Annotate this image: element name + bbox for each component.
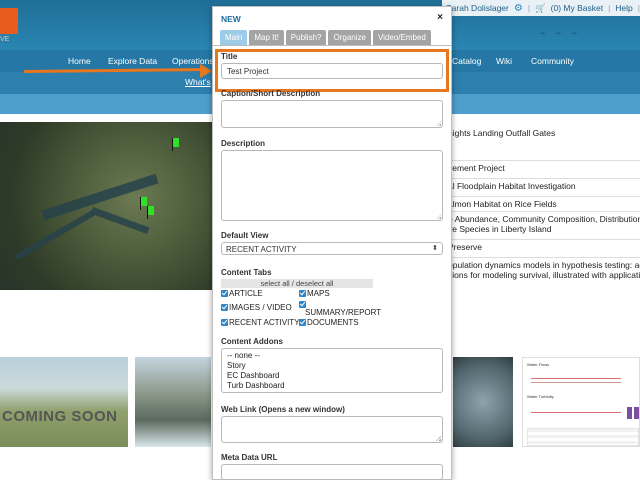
map-water: [14, 209, 96, 261]
nav-wiki[interactable]: Wiki: [496, 56, 512, 66]
caption-textarea[interactable]: [221, 100, 443, 128]
list-item[interactable]: ve Species in Liberty Island: [448, 222, 640, 234]
help-link[interactable]: Help: [615, 3, 632, 13]
addon-option[interactable]: -- none --: [227, 351, 437, 361]
checkbox-recent-activity[interactable]: RECENT ACTIVITY: [221, 318, 300, 327]
coming-soon-label: COMING SOON: [2, 408, 118, 425]
thumbnail-dam[interactable]: [135, 357, 211, 447]
tab-publish[interactable]: Publish?: [285, 30, 327, 45]
nav-community[interactable]: Community: [531, 56, 574, 66]
tab-organize[interactable]: Organize: [328, 30, 371, 45]
list-item[interactable]: almon Habitat on Rice Fields: [448, 196, 640, 209]
tab-video-embed[interactable]: Video/Embed: [372, 30, 431, 45]
content-addons-label: Content Addons: [221, 337, 283, 346]
checkbox-checked-icon: [299, 290, 306, 297]
caption-label: Caption/Short Description: [221, 89, 321, 98]
list-item[interactable]: ): [448, 279, 640, 291]
dialog-title: NEW: [221, 14, 241, 24]
checkbox-checked-icon: [221, 304, 228, 311]
map-marker-icon[interactable]: [172, 138, 179, 151]
mini-table: [527, 428, 639, 446]
tab-map-it[interactable]: Map It!: [249, 30, 284, 45]
mini-chart-line: [531, 378, 621, 379]
list-item[interactable]: vement Project: [448, 160, 640, 173]
checkbox-maps[interactable]: MAPS: [299, 289, 330, 298]
default-view-label: Default View: [221, 231, 269, 240]
description-textarea[interactable]: [221, 150, 443, 221]
map-water: [90, 206, 150, 235]
user-name-link[interactable]: Sarah Dolislager: [446, 3, 509, 13]
checkbox-documents[interactable]: DOCUMENTS: [299, 318, 359, 327]
map-marker-icon[interactable]: [147, 206, 154, 219]
subnav-link-whats[interactable]: What's: [185, 77, 211, 87]
mini-chart-line: [531, 412, 621, 413]
meta-data-url-input[interactable]: [221, 464, 443, 480]
summary-report-label: SUMMARY/REPORT: [305, 308, 382, 317]
addon-option[interactable]: EC Dashboard: [227, 371, 437, 381]
title-label: Title: [221, 52, 238, 61]
tab-divider: [213, 45, 451, 46]
title-input[interactable]: [221, 63, 443, 79]
nav-home[interactable]: Home: [68, 56, 91, 66]
logo-subtext: VE: [0, 36, 10, 43]
list-item[interactable]: al Floodplain Habitat Investigation: [448, 178, 640, 191]
annotation-arrow-head: [200, 64, 212, 78]
default-view-value: RECENT ACTIVITY: [226, 245, 297, 254]
new-project-dialog: NEW × Main Map It! Publish? Organize Vid…: [212, 6, 452, 480]
close-icon[interactable]: ×: [437, 12, 443, 23]
gear-icon[interactable]: ⚙: [514, 3, 523, 14]
web-link-label: Web Link (Opens a new window): [221, 405, 345, 414]
thumbnail-fish[interactable]: [453, 357, 513, 447]
list-item[interactable]: nights Landing Outfall Gates: [448, 126, 640, 138]
project-map[interactable]: [0, 122, 225, 290]
mini-chart-bars: [627, 407, 639, 419]
mini-chart-line: [531, 382, 621, 383]
content-addons-listbox[interactable]: -- none -- Story EC Dashboard Turb Dashb…: [221, 348, 443, 393]
birds-graphic: ⌁ ⌁ ⌁: [540, 28, 582, 38]
cart-icon[interactable]: 🛒: [535, 3, 546, 14]
select-all-toggle[interactable]: select all / deselect all: [221, 279, 373, 288]
dialog-header: NEW ×: [213, 7, 451, 29]
default-view-select[interactable]: RECENT ACTIVITY ⬍: [221, 242, 443, 255]
checkbox-article[interactable]: ARTICLE: [221, 289, 263, 298]
addon-option[interactable]: Story: [227, 361, 437, 371]
thumbnail-dashboard[interactable]: Water Flows Water Turbidity: [522, 357, 640, 447]
mini-chart-title: Water Turbidity: [527, 394, 554, 399]
nav-explore-data[interactable]: Explore Data: [108, 56, 157, 66]
description-label: Description: [221, 139, 266, 148]
checkbox-images-video[interactable]: IMAGES / VIDEO: [221, 303, 292, 312]
content-tabs-label: Content Tabs: [221, 268, 272, 277]
meta-data-url-label: Meta Data URL: [221, 453, 278, 462]
web-link-textarea[interactable]: [221, 416, 443, 443]
checkbox-checked-icon: [221, 290, 228, 297]
checkbox-checked-icon: [299, 301, 306, 308]
tab-main[interactable]: Main: [220, 30, 248, 45]
nav-catalog[interactable]: Catalog: [452, 56, 481, 66]
checkbox-checked-icon: [221, 319, 228, 326]
dialog-tabs: Main Map It! Publish? Organize Video/Emb…: [220, 30, 431, 45]
select-arrows-icon: ⬍: [432, 245, 438, 252]
addon-option[interactable]: Turb Dashboard: [227, 381, 437, 391]
site-logo[interactable]: [0, 8, 18, 34]
basket-link[interactable]: (0) My Basket: [551, 3, 603, 13]
mini-chart-title: Water Flows: [527, 362, 550, 367]
user-bar: Sarah Dolislager ⚙ | 🛒 (0) My Basket | H…: [442, 0, 640, 16]
map-marker-icon[interactable]: [140, 197, 147, 210]
list-item[interactable]: Preserve: [448, 239, 640, 252]
checkbox-checked-icon: [299, 319, 306, 326]
thumbnail-coming-soon[interactable]: COMING SOON: [0, 357, 128, 447]
